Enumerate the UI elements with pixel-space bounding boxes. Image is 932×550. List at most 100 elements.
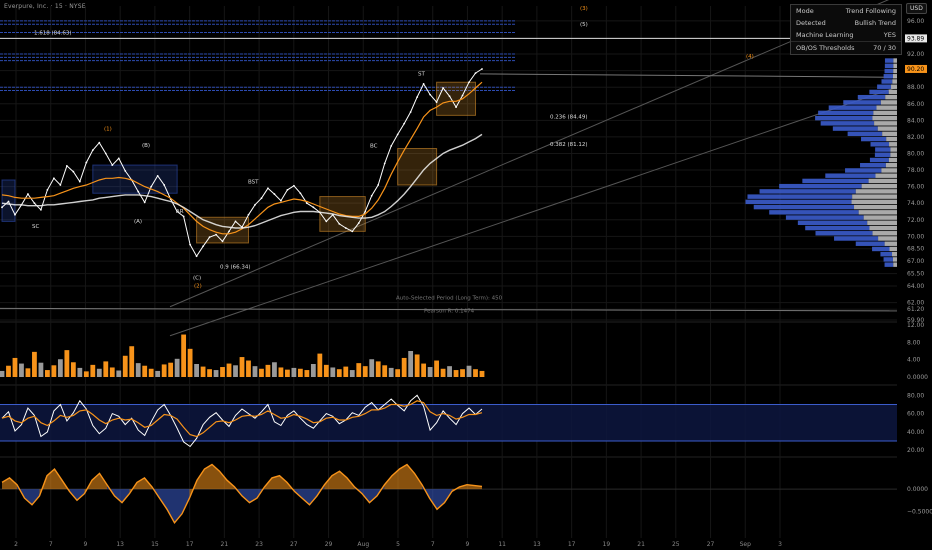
volume-bar xyxy=(70,362,76,377)
oscillator-panel[interactable] xyxy=(0,394,897,448)
volume-bar xyxy=(265,364,271,377)
volume-profile-bar xyxy=(893,262,897,267)
volume-bar xyxy=(375,361,381,377)
time-tick-label: 13 xyxy=(533,541,541,548)
price-point xyxy=(357,222,360,224)
volume-profile-bar xyxy=(802,178,869,184)
time-tick-label: 7 xyxy=(431,541,435,548)
price-point xyxy=(46,189,49,191)
chart-annotation: AR xyxy=(176,209,184,215)
time-tick-label: 15 xyxy=(151,541,159,548)
volume-bar xyxy=(220,367,225,377)
volume-profile-bar xyxy=(759,189,856,194)
volume-profile-bar xyxy=(883,74,893,79)
info-row-thresholds: OB/OS Thresholds 70 / 30 xyxy=(791,41,901,54)
volume-profile-bar xyxy=(889,142,897,147)
price-point xyxy=(40,208,42,211)
volume-profile-bar xyxy=(881,79,893,84)
price-point xyxy=(299,192,302,195)
info-row-detected: Detected Bullish Trend xyxy=(791,17,901,29)
volume-bar xyxy=(421,363,427,377)
volume-tick-label: 4.00 xyxy=(907,357,921,364)
time-tick-label: 17 xyxy=(186,541,194,548)
time-tick-label: 9 xyxy=(466,541,470,548)
volume-profile-bar xyxy=(805,225,870,231)
volume-bar xyxy=(174,358,180,377)
momentum-tick-label: −0.5000 xyxy=(907,509,932,516)
price-point xyxy=(117,157,120,160)
volume-profile-bar xyxy=(882,131,897,137)
volume-bar xyxy=(187,348,193,377)
price-point xyxy=(91,149,94,152)
chart-annotation: (C) xyxy=(193,275,201,281)
time-tick-label: 13 xyxy=(116,541,124,548)
volume-bar xyxy=(239,357,245,377)
volume-panel[interactable] xyxy=(0,334,485,377)
volume-bar xyxy=(38,362,44,377)
volume-bar xyxy=(440,368,446,377)
volume-bar xyxy=(207,369,212,377)
volume-profile-bar xyxy=(747,194,853,199)
volume-bar xyxy=(135,363,141,377)
price-point xyxy=(267,187,269,190)
price-tick-label: 80.00 xyxy=(907,150,924,157)
volume-bar xyxy=(479,370,485,377)
price-point xyxy=(208,236,211,239)
volume-profile-bar xyxy=(892,79,897,84)
price-point xyxy=(344,227,347,229)
price-point xyxy=(195,255,198,258)
price-point xyxy=(390,145,393,147)
volume-bar xyxy=(369,359,375,377)
volume-bar xyxy=(57,359,63,377)
volume-bar xyxy=(473,369,478,377)
price-point xyxy=(59,184,62,186)
oscillator-tick-label: 40.00 xyxy=(907,429,924,436)
volume-profile-bar xyxy=(885,163,897,168)
volume-profile-bar xyxy=(877,84,892,89)
volume-bar xyxy=(116,370,122,377)
price-point xyxy=(292,184,295,187)
chart-canvas[interactable]: 96.0093.8992.0090.0088.0086.0084.0082.00… xyxy=(0,0,932,550)
volume-profile-bar xyxy=(769,210,859,215)
volume-bar xyxy=(362,366,368,377)
time-tick-label: 9 xyxy=(84,541,88,548)
price-point xyxy=(474,72,477,75)
momentum-area xyxy=(369,489,377,503)
momentum-panel[interactable] xyxy=(0,463,897,525)
oscillator-tick-label: 80.00 xyxy=(907,392,924,399)
volume-profile-bar xyxy=(884,63,894,69)
price-point xyxy=(215,233,217,236)
info-value: Trend Following xyxy=(845,7,896,15)
price-point xyxy=(461,94,464,97)
time-tick-label: 17 xyxy=(568,541,576,548)
volume-bar xyxy=(252,366,258,377)
volume-profile-bar xyxy=(779,183,862,189)
info-row-ml: Machine Learning YES xyxy=(791,29,901,41)
volume-bar xyxy=(83,371,89,377)
volume-profile-bar xyxy=(857,94,886,100)
volume-profile-bar xyxy=(868,178,897,184)
volume-profile-bar xyxy=(832,126,878,131)
currency-badge[interactable]: USD xyxy=(906,3,927,14)
volume-profile-bar xyxy=(873,110,897,116)
volume-profile-bar xyxy=(890,152,897,157)
volume-profile-bar xyxy=(745,199,852,205)
volume-bar xyxy=(32,351,37,377)
volume-profile-bar xyxy=(851,199,897,205)
price-point xyxy=(228,230,230,233)
volume-profile-bar xyxy=(872,115,897,121)
price-point xyxy=(78,180,81,183)
order-block-zone xyxy=(436,81,477,116)
volume-bar xyxy=(64,350,70,377)
volume-profile-bar xyxy=(892,257,897,262)
time-tick-label: 5 xyxy=(396,541,400,548)
symbol-title: Everpure, Inc. · 15 · NYSE xyxy=(4,3,86,10)
highlight-price-label: 93.89 xyxy=(907,35,924,42)
price-point xyxy=(143,201,146,204)
order-block-zone xyxy=(397,148,438,186)
volume-profile-bar xyxy=(872,231,897,236)
price-point xyxy=(429,93,432,96)
volume-profile-bar xyxy=(863,215,897,220)
time-tick-label: 27 xyxy=(707,541,715,548)
volume-profile-bar xyxy=(867,220,897,226)
